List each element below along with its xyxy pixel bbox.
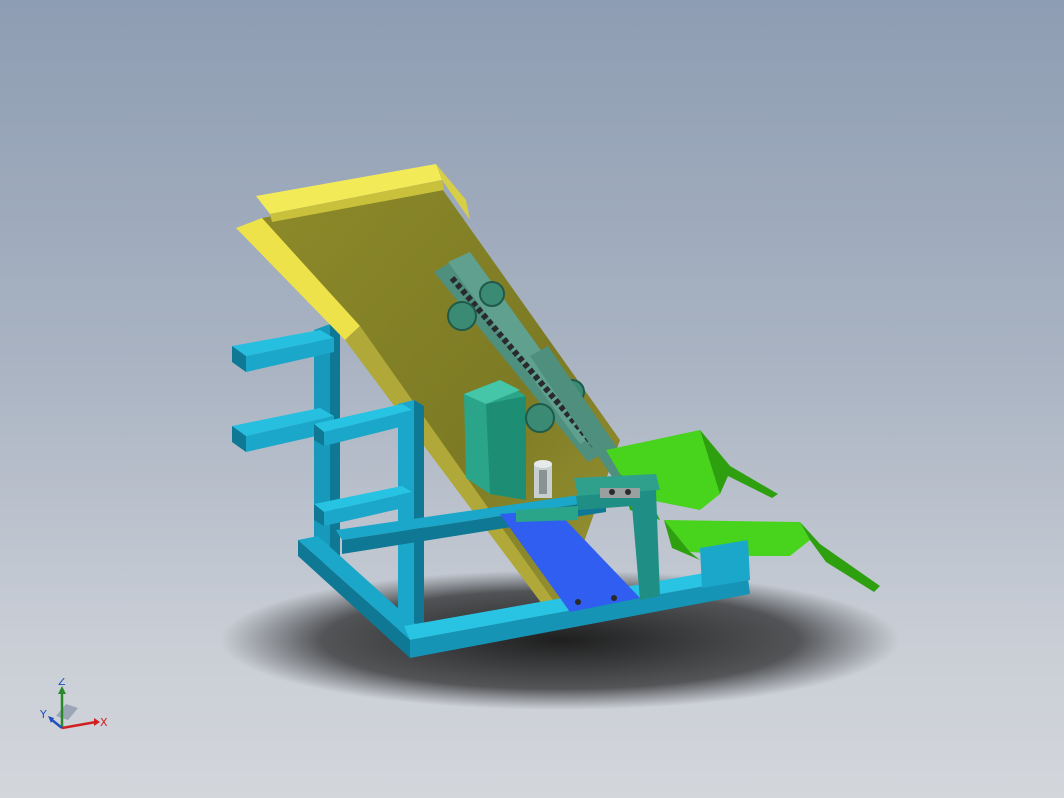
triad-cube <box>56 704 78 720</box>
cad-model-3d-view[interactable] <box>0 0 1064 798</box>
model-viewport[interactable]: Z X Y <box>0 0 1064 798</box>
z-axis-label: Z <box>58 678 66 688</box>
right-support <box>700 540 750 588</box>
x-axis-label: X <box>100 716 108 729</box>
plate-bolt <box>575 599 581 605</box>
y-axis-label: Y <box>39 708 47 721</box>
motor-housing <box>464 380 526 500</box>
y-axis-line <box>51 719 63 729</box>
plate-bolt <box>611 595 617 601</box>
axis-triad: Z X Y <box>39 678 108 730</box>
x-axis-line <box>61 720 97 730</box>
actuator-cylinder <box>534 460 552 498</box>
